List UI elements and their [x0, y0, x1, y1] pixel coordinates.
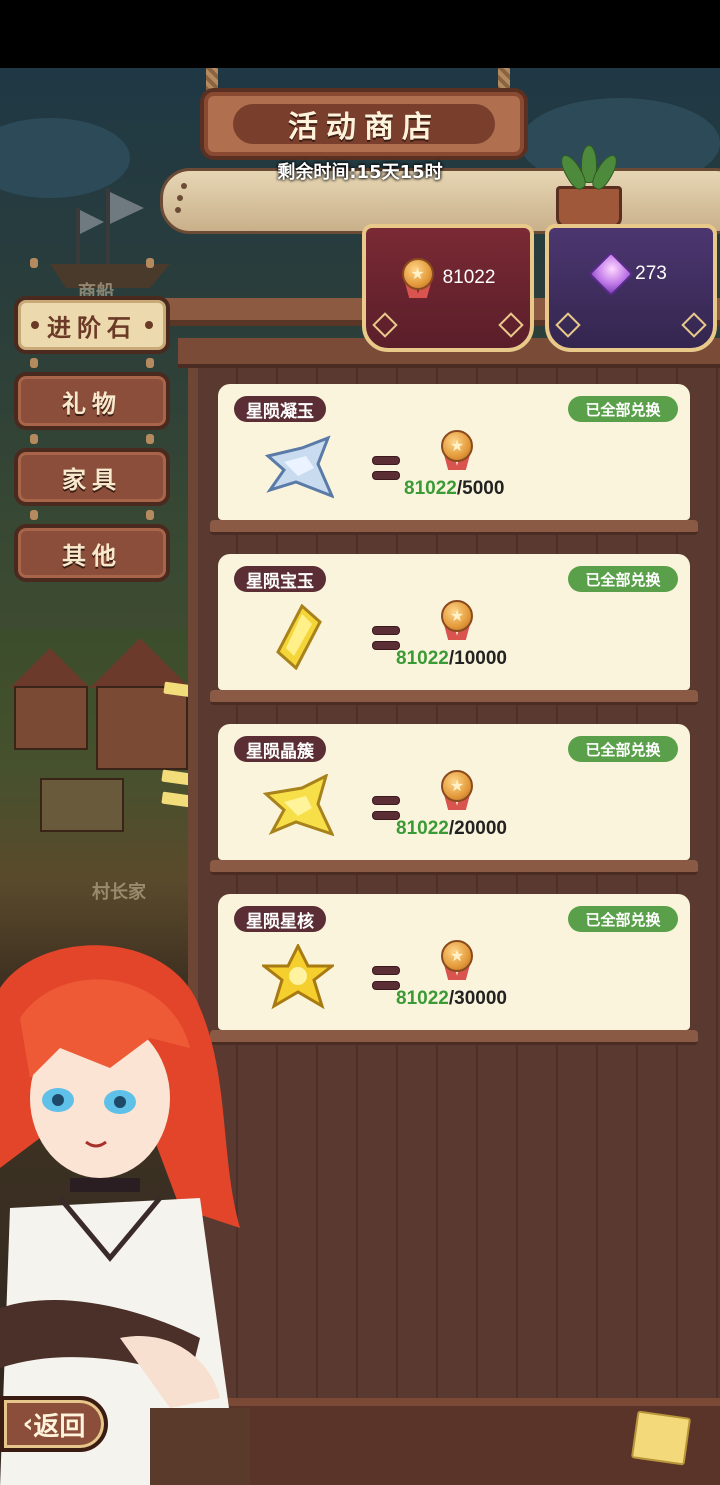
item-price: 81022/20000	[396, 818, 507, 839]
map-label-chief-house: 村长家	[92, 882, 146, 903]
bronze-medal-icon: ★	[440, 770, 474, 810]
item-name: 星陨凝玉	[234, 396, 326, 422]
tab-label: 礼物	[62, 389, 122, 418]
item-shelf	[210, 690, 698, 705]
back-button[interactable]: ‹ 返回	[0, 1396, 108, 1452]
purple-gem-icon	[588, 251, 634, 297]
item-shelf	[210, 860, 698, 875]
house-roof	[10, 648, 90, 688]
tab-furniture[interactable]: 家具	[14, 448, 170, 506]
exchange-status-button[interactable]: 已全部兑换	[568, 396, 678, 422]
tab-label: 其他	[62, 541, 122, 570]
item-price: 81022/10000	[396, 648, 507, 669]
item-price: 81022/30000	[396, 988, 507, 1009]
chevron-left-icon: ‹	[22, 1409, 34, 1439]
bronze-medal-icon: ★	[401, 258, 435, 298]
currency-gem-banner: 273	[545, 224, 717, 352]
game-scene: 商船 村长家 活动商店 剩余时间:15天15时 ★ 81022 273 进阶石 …	[0, 68, 720, 1485]
memo-note-icon[interactable]	[630, 1410, 692, 1466]
exchange-status-button[interactable]: 已全部兑换	[568, 736, 678, 762]
medal-balance: 81022	[442, 267, 496, 288]
shop-item[interactable]: 星陨凝玉 已全部兑换 ★ 81022/5000	[218, 384, 690, 520]
bronze-medal-icon: ★	[440, 940, 474, 980]
bronze-medal-icon: ★	[440, 600, 474, 640]
item-name: 星陨宝玉	[234, 566, 326, 592]
item-name: 星陨晶簇	[234, 736, 326, 762]
tab-other[interactable]: 其他	[14, 524, 170, 582]
item-price: 81022/5000	[404, 478, 505, 499]
currency-medal-banner: ★ 81022	[362, 224, 534, 352]
back-label: 返回	[33, 1411, 86, 1442]
tab-label: 家具	[62, 465, 122, 494]
gem-balance: 273	[635, 263, 667, 284]
bronze-medal-icon: ★	[440, 430, 474, 470]
shop-title: 活动商店	[233, 104, 495, 145]
shop-item[interactable]: 星陨宝玉 已全部兑换 ★ 81022/10000	[218, 554, 690, 690]
house-roof	[90, 638, 190, 688]
house	[96, 686, 188, 770]
equals-icon	[372, 456, 400, 486]
silver-star-shard-icon	[264, 435, 334, 499]
shop-item[interactable]: 星陨晶簇 已全部兑换 ★ 81022/20000	[218, 724, 690, 860]
time-remaining: 剩余时间:15天15时	[277, 162, 443, 183]
tab-gift[interactable]: 礼物	[14, 372, 170, 430]
item-shelf	[210, 520, 698, 535]
yellow-star-shard-icon	[262, 774, 334, 837]
shop-title-board: 活动商店	[200, 88, 528, 160]
house	[14, 686, 88, 750]
house	[40, 778, 124, 832]
tab-advance-stone[interactable]: 进阶石	[14, 296, 170, 354]
yellow-crystal-icon	[276, 604, 322, 670]
exchange-status-button[interactable]: 已全部兑换	[568, 566, 678, 592]
potted-plant-icon	[556, 145, 622, 228]
exchange-status-button[interactable]: 已全部兑换	[568, 906, 678, 932]
tab-label: 进阶石	[47, 313, 137, 342]
